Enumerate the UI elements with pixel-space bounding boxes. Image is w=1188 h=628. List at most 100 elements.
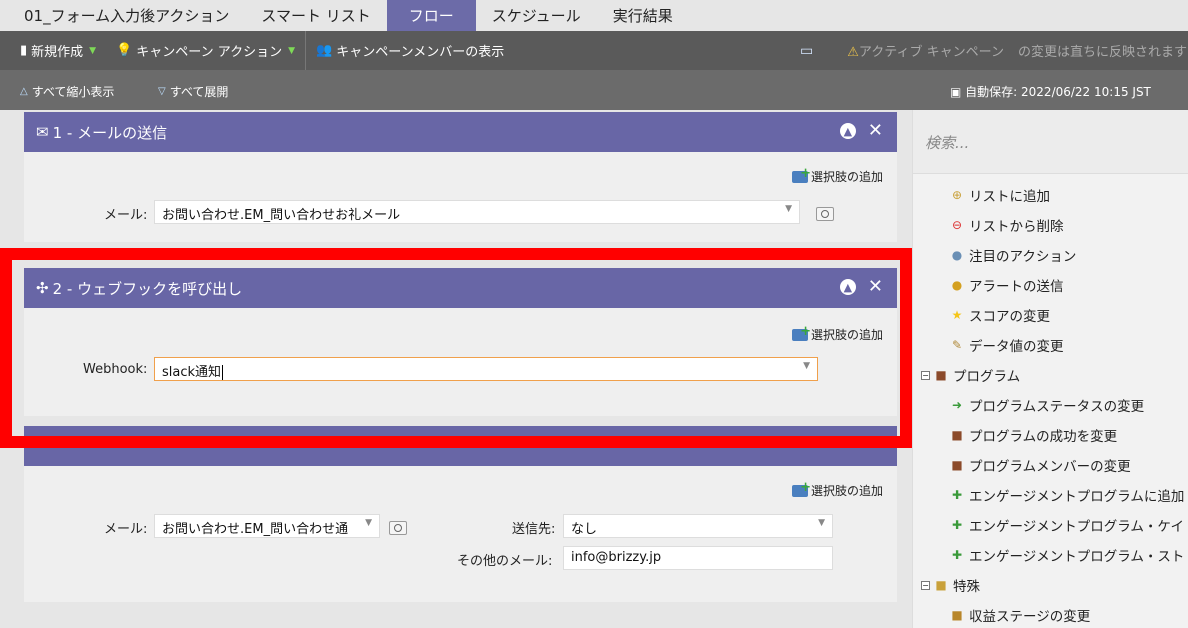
other-email-input[interactable]: info@brizzy.jp bbox=[563, 546, 833, 570]
close-icon[interactable]: ✕ bbox=[868, 122, 883, 140]
speech-bubble-icon: ● bbox=[951, 248, 963, 262]
new-label: 新規作成 bbox=[31, 45, 84, 60]
list-item[interactable]: ✚ エンゲージメントプログラム・スト bbox=[913, 540, 1188, 570]
collapse-all-label: すべて縮小表示 bbox=[31, 85, 115, 99]
step-title: 2 - ウェブフックを呼び出し bbox=[52, 279, 243, 298]
step-header[interactable]: ✉ 1 - メールの送信 ▲ ✕ bbox=[24, 112, 897, 152]
send-to-select[interactable]: なし ▼ bbox=[563, 514, 833, 538]
dropdown-arrow-icon: ▼ bbox=[89, 45, 97, 56]
tab-campaign-name[interactable]: 01_フォーム入力後アクション bbox=[0, 0, 245, 31]
list-item-label: エンゲージメントプログラム・ケイ bbox=[969, 519, 1185, 535]
list-item[interactable]: ✎ データ値の変更 bbox=[913, 330, 1188, 360]
flow-canvas: ✉ 1 - メールの送信 ▲ ✕ 選択肢の追加 メール: お問い合わせ.EM_問… bbox=[0, 110, 912, 628]
add-choice-label: 選択肢の追加 bbox=[810, 484, 883, 498]
warning-icon: ⚠ bbox=[847, 45, 859, 60]
expand-all-label: すべて展開 bbox=[169, 85, 229, 99]
lightbulb-icon: 💡 bbox=[116, 43, 133, 58]
edit-data-icon: ✎ bbox=[951, 338, 963, 352]
move-up-icon[interactable]: ▲ bbox=[839, 279, 856, 295]
move-up-icon[interactable]: ▲ bbox=[839, 123, 856, 139]
list-item-label: データ値の変更 bbox=[969, 339, 1064, 355]
list-item[interactable]: ⊖ リストから削除 bbox=[913, 210, 1188, 240]
add-to-list-icon: ⊕ bbox=[951, 188, 963, 202]
window-icon[interactable]: ▭ bbox=[800, 43, 813, 59]
tab-schedule[interactable]: スケジュール bbox=[476, 0, 597, 31]
autosave-status: ▣ 自動保存: 2022/06/22 10:15 JST bbox=[950, 83, 1151, 100]
email-select-value: お問い合わせ.EM_問い合わせ通 bbox=[162, 522, 349, 537]
text-cursor bbox=[222, 365, 224, 380]
list-item-label: スコアの変更 bbox=[969, 309, 1050, 325]
add-choice-button[interactable]: 選択肢の追加 bbox=[791, 166, 883, 185]
alert-icon: ● bbox=[951, 278, 963, 292]
flow-step-send-email: ✉ 1 - メールの送信 ▲ ✕ 選択肢の追加 メール: お問い合わせ.EM_問… bbox=[24, 112, 897, 242]
email-lookup-icon[interactable] bbox=[816, 207, 834, 221]
tab-smart-list[interactable]: スマート リスト bbox=[245, 0, 386, 31]
collapse-all-button[interactable]: △ すべて縮小表示 bbox=[20, 83, 114, 100]
email-lookup-icon[interactable] bbox=[389, 521, 407, 535]
active-notice-suffix: の変更は直ちに反映されます bbox=[1017, 45, 1187, 60]
list-item[interactable]: ✚ エンゲージメントプログラム・ケイ bbox=[913, 510, 1188, 540]
list-group-program[interactable]: − ■ プログラム bbox=[913, 360, 1188, 390]
active-notice-text: ⚠アクティブ キャンペーン bbox=[847, 41, 1004, 60]
program-member-icon: ■ bbox=[951, 458, 963, 472]
toolbar: ▮ 新規作成 ▼ 💡 キャンペーン アクション ▼ 👥 キャンペーンメンバーの表… bbox=[0, 31, 1188, 70]
new-doc-icon: ▮ bbox=[20, 43, 28, 58]
flow-action-list: ⊕ リストに追加 ⊖ リストから削除 ● 注目のアクション ● アラートの送信 ★ スコア… bbox=[913, 180, 1188, 628]
webhook-label: Webhook: bbox=[83, 362, 148, 377]
chevron-down-icon: ▼ bbox=[365, 518, 372, 528]
remove-from-list-icon: ⊖ bbox=[951, 218, 963, 232]
engagement-cadence-icon: ✚ bbox=[951, 518, 963, 532]
active-campaign-notice: ▭ ⚠アクティブ キャンペーン の変更は直ちに反映されます bbox=[800, 31, 1187, 70]
email-select[interactable]: お問い合わせ.EM_問い合わせ通 ▼ bbox=[154, 514, 380, 538]
search-placeholder: 検索... bbox=[925, 134, 970, 152]
flow-actions-panel: 検索... ⊕ リストに追加 ⊖ リストから削除 ● 注目のアクション ● アラートの送… bbox=[912, 110, 1188, 628]
list-item[interactable]: ⊕ リストに追加 bbox=[913, 180, 1188, 210]
list-item[interactable]: ✚ エンゲージメントプログラムに追加 bbox=[913, 480, 1188, 510]
list-item-label: リストに追加 bbox=[969, 189, 1050, 205]
send-to-label: 送信先: bbox=[512, 522, 556, 537]
engagement-stream-icon: ✚ bbox=[951, 548, 963, 562]
add-choice-label: 選択肢の追加 bbox=[810, 328, 883, 342]
step-header[interactable]: ✣ 2 - ウェブフックを呼び出し ▲ ✕ bbox=[24, 268, 897, 308]
revenue-stage-icon: ■ bbox=[951, 608, 963, 622]
expand-all-button[interactable]: ▽ すべて展開 bbox=[158, 83, 228, 100]
save-icon: ▣ bbox=[950, 85, 962, 99]
list-item-label: プログラムの成功を変更 bbox=[969, 429, 1118, 445]
flow-step-send-alert: 選択肢の追加 メール: お問い合わせ.EM_問い合わせ通 ▼ 送信先: なし ▼… bbox=[24, 426, 897, 602]
webhook-step-icon: ✣ bbox=[36, 279, 49, 297]
add-choice-button[interactable]: 選択肢の追加 bbox=[791, 324, 883, 343]
show-members-label: キャンペーンメンバーの表示 bbox=[336, 45, 505, 60]
add-choice-icon bbox=[791, 480, 811, 497]
tab-results[interactable]: 実行結果 bbox=[597, 0, 689, 31]
search-input[interactable]: 検索... bbox=[913, 110, 1188, 174]
add-choice-label: 選択肢の追加 bbox=[810, 170, 883, 184]
add-choice-icon bbox=[791, 166, 811, 183]
email-label: メール: bbox=[104, 522, 148, 537]
close-icon[interactable]: ✕ bbox=[868, 278, 883, 296]
list-item[interactable]: ● アラートの送信 bbox=[913, 270, 1188, 300]
expand-icon: ▽ bbox=[158, 86, 166, 97]
list-item[interactable]: ■ プログラムの成功を変更 bbox=[913, 420, 1188, 450]
show-members-button[interactable]: 👥 キャンペーンメンバーの表示 bbox=[306, 31, 514, 70]
send-to-value: なし bbox=[571, 522, 598, 537]
collapse-icon[interactable]: − bbox=[921, 370, 930, 380]
dropdown-arrow-icon: ▼ bbox=[288, 45, 296, 56]
add-choice-button[interactable]: 選択肢の追加 bbox=[791, 480, 883, 499]
list-item[interactable]: ■ プログラムメンバーの変更 bbox=[913, 450, 1188, 480]
list-item[interactable]: ★ スコアの変更 bbox=[913, 300, 1188, 330]
autosave-text: 自動保存: 2022/06/22 10:15 JST bbox=[965, 85, 1151, 99]
webhook-select[interactable]: slack通知 ▼ bbox=[154, 357, 818, 381]
campaign-action-button[interactable]: 💡 キャンペーン アクション ▼ bbox=[106, 31, 305, 70]
list-item[interactable]: ➜ プログラムステータスの変更 bbox=[913, 390, 1188, 420]
collapse-icon[interactable]: − bbox=[921, 580, 930, 590]
list-item[interactable]: ■ 収益ステージの変更 bbox=[913, 600, 1188, 628]
tab-flow[interactable]: フロー bbox=[386, 0, 476, 31]
step-header[interactable] bbox=[24, 426, 897, 466]
list-group-special[interactable]: − ■ 特殊 bbox=[913, 570, 1188, 600]
new-menu-button[interactable]: ▮ 新規作成 ▼ bbox=[0, 31, 106, 70]
flow-step-call-webhook: ✣ 2 - ウェブフックを呼び出し ▲ ✕ 選択肢の追加 Webhook: sl… bbox=[24, 268, 897, 416]
email-select[interactable]: お問い合わせ.EM_問い合わせお礼メール ▼ bbox=[154, 200, 800, 224]
webhook-select-value: slack通知 bbox=[162, 365, 222, 380]
arrow-icon: ➜ bbox=[951, 398, 963, 412]
list-item[interactable]: ● 注目のアクション bbox=[913, 240, 1188, 270]
